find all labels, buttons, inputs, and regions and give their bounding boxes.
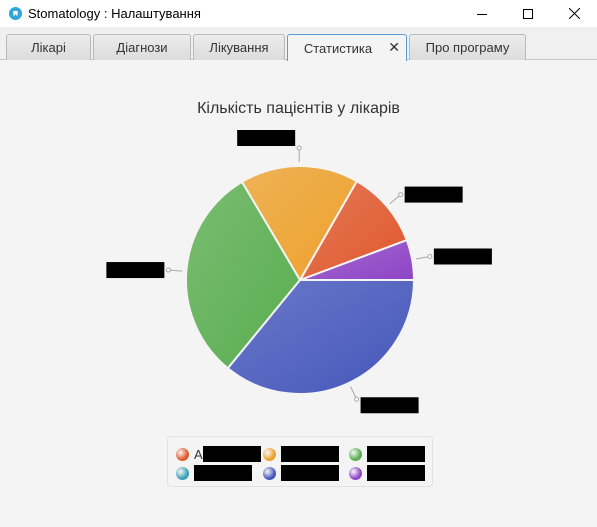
slice-label-redacted [360,397,419,414]
legend-swatch [176,447,189,461]
leader-dot [165,267,171,273]
legend-swatch [349,447,362,461]
legend-label-redacted [281,465,339,481]
legend-label-redacted [281,446,339,462]
legend-swatch [263,447,276,461]
slice-label-redacted [433,248,492,265]
legend-swatch [263,466,276,480]
leader-dot [427,253,433,259]
legend-item [263,464,339,482]
slice-label-redacted [404,186,463,203]
legend-label-redacted [202,446,261,462]
chart-legend: А [167,436,433,487]
legend-label: А [194,446,203,462]
leader-dot [296,145,302,151]
leader-dot [398,192,404,198]
legend-item: А [176,445,261,463]
legend-item [349,445,425,463]
legend-swatch [176,466,189,480]
legend-label-redacted [367,446,425,462]
legend-item [349,464,425,482]
leader-dot [354,396,360,402]
legend-label-redacted [367,465,425,481]
slice-label-redacted [237,130,296,147]
legend-item [176,464,252,482]
slice-label-redacted [106,262,165,279]
legend-label-redacted [194,465,252,481]
legend-item [263,445,339,463]
app-window: Stomatology : Налаштування Лікарі Діагно… [0,0,597,527]
legend-swatch [349,466,362,480]
